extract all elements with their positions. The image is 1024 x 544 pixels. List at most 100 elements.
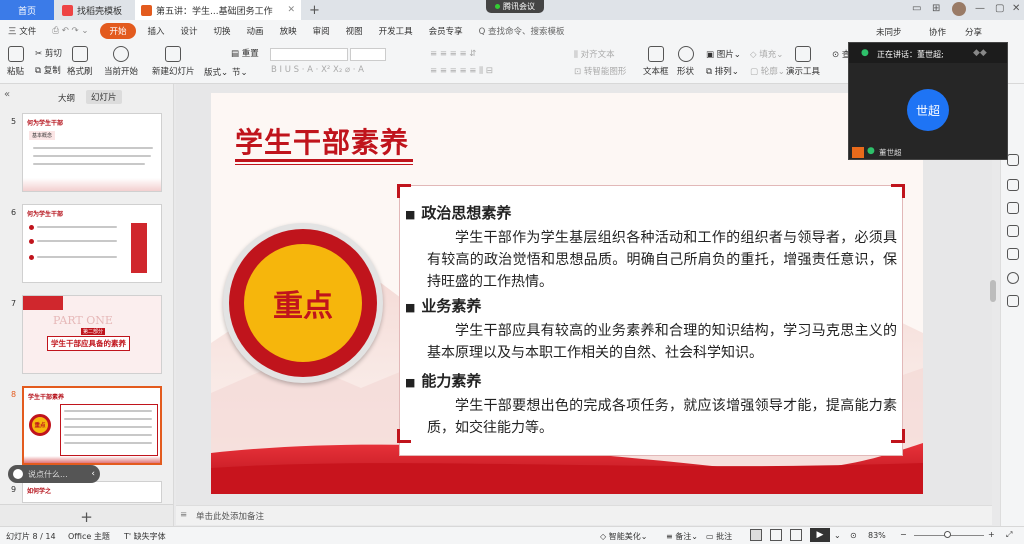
meeting-overlay[interactable]: ● 正在讲话：董世超; ◆◆ 世超 ● 董世超 (848, 42, 1008, 160)
slide-title[interactable]: 学生干部素养 (235, 121, 409, 161)
menu-insert[interactable]: 插入 (140, 25, 173, 37)
slide-thumbnail-5[interactable]: 何为学生干部 基本概念 (22, 113, 162, 192)
menu-developer[interactable]: 开发工具 (371, 25, 421, 37)
add-slide-button[interactable]: + (80, 508, 93, 526)
menu-review[interactable]: 审阅 (305, 25, 338, 37)
textbox-button[interactable]: 文本框 (643, 46, 669, 77)
new-tab-button[interactable]: + (303, 0, 326, 20)
meeting-pill[interactable]: 腾讯会议 (486, 0, 544, 13)
font-size-select[interactable] (350, 48, 386, 61)
avatar[interactable] (952, 2, 966, 16)
tab-outline[interactable]: 大纲 (58, 92, 75, 104)
font-name-select[interactable] (270, 48, 348, 61)
font-style-buttons[interactable]: B I U S · A · X² X₂ ⌀ · A (271, 65, 364, 75)
section-button[interactable]: 节⌄ (232, 66, 248, 78)
reading-view-icon[interactable] (790, 529, 802, 541)
close-icon[interactable]: ✕ (287, 5, 295, 15)
copy-button[interactable]: ⧉ 复制 (35, 64, 61, 76)
add-slide-bar[interactable]: + (0, 504, 173, 528)
reset-button[interactable]: ▤ 重置 (231, 47, 259, 59)
outline-button[interactable]: ▢ 轮廓⌄ (750, 65, 785, 77)
tab-home[interactable]: 首页 (0, 0, 54, 20)
play-slideshow-button[interactable]: ▶ (810, 528, 830, 542)
menu-view[interactable]: 视图 (338, 25, 371, 37)
menu-design[interactable]: 设计 (173, 25, 206, 37)
slide-thumbnail-8[interactable]: 学生干部素养 重点 (22, 386, 162, 465)
section-heading-political[interactable]: ■ 政治思想素养 (405, 203, 897, 225)
section-heading-ability[interactable]: ■ 能力素养 (405, 371, 897, 393)
zoom-level[interactable]: 83% (868, 531, 886, 540)
sync-status[interactable]: 未同步 (876, 26, 902, 38)
collab-button[interactable]: 协作 (929, 26, 946, 38)
slide-thumbnail-7[interactable]: PART ONE 第二部分 学生干部应具备的素养 (22, 295, 162, 374)
shape-button[interactable]: 形状 (677, 46, 694, 77)
star-icon[interactable] (1007, 179, 1019, 191)
to-smartart-button[interactable]: ⊡ 转智能图形 (574, 65, 626, 77)
play-options-icon[interactable]: ⌄ (834, 531, 841, 540)
location-icon[interactable] (1007, 272, 1019, 284)
theme-name[interactable]: Office 主题 (68, 531, 110, 542)
menu-animation[interactable]: 动画 (239, 25, 272, 37)
section-body-ability[interactable]: 学生干部要想出色的完成各项任务，就应该增强领导才能，提高能力素质，如交往能力等。 (405, 395, 897, 439)
notes-toggle[interactable]: ≡ 备注⌄ (666, 531, 698, 542)
picture-button[interactable]: ▣ 图片⌄ (706, 48, 741, 60)
menu-file[interactable]: 三 文件 (0, 25, 44, 37)
notes-bar[interactable]: ≡ 单击此处添加备注 (176, 505, 992, 525)
arrange-button[interactable]: ⧉ 排列⌄ (706, 65, 739, 77)
tab-slides[interactable]: 幻灯片 (86, 90, 122, 104)
zoom-out-icon[interactable]: − (900, 530, 907, 539)
command-search[interactable]: Q 查找命令、搜索模板 (471, 25, 573, 37)
normal-view-icon[interactable] (750, 529, 762, 541)
slide-thumbnail-6[interactable]: 何为学生干部 (22, 204, 162, 283)
link-icon[interactable] (1007, 248, 1019, 260)
section-heading-business[interactable]: ■ 业务素养 (405, 296, 897, 318)
section-body-business[interactable]: 学生干部应具有较高的业务素养和合理的知识结构，学习马克思主义的基本原理以及与本职… (405, 320, 897, 364)
align-text-button[interactable]: ⫼ 对齐文本 (574, 48, 615, 60)
comment-bubble[interactable]: 说点什么... ‹ (8, 465, 100, 483)
book-icon[interactable] (1007, 295, 1019, 307)
menu-member[interactable]: 会员专享 (421, 25, 471, 37)
present-tools-button[interactable]: 演示工具 (786, 46, 820, 77)
fit-window-icon[interactable]: ⤢ (1006, 530, 1012, 540)
canvas-scrollbar[interactable] (990, 280, 996, 302)
comments-toggle[interactable]: ▭ 批注 (706, 531, 732, 542)
sorter-view-icon[interactable] (770, 529, 782, 541)
paragraph-buttons[interactable]: ≡ ≡ ≡ ≡ ⇵ (430, 49, 476, 59)
share-button[interactable]: 分享 (965, 26, 982, 38)
badge-yellow[interactable]: 重点 (244, 244, 362, 362)
notes-placeholder[interactable]: 单击此处添加备注 (196, 510, 264, 522)
new-slide-button[interactable]: 新建幻灯片 (152, 46, 195, 77)
collapse-panel-icon[interactable]: « (4, 89, 10, 100)
zoom-in-icon[interactable]: + (988, 530, 995, 539)
missing-font-button[interactable]: T' 缺失字体 (124, 531, 166, 542)
more-options-icon[interactable]: ◆◆ (973, 48, 987, 58)
align-buttons[interactable]: ≡ ≡ ≡ ≡ ≡ ⫼ ⊟ (430, 66, 493, 76)
zoom-slider-handle[interactable] (944, 531, 951, 538)
menu-start[interactable]: 开始 (100, 23, 136, 39)
maximize-icon[interactable]: ▢ (995, 3, 1004, 14)
minimize-icon[interactable]: — (975, 3, 985, 14)
chevron-left-icon[interactable]: ‹ (91, 469, 95, 479)
tab-template[interactable]: 找稻壳模板 (56, 0, 133, 20)
restore-icon[interactable]: ▭ (912, 3, 921, 14)
slide[interactable]: 学生干部素养 重点 ■ 政治思想素养 学生干部作为学生基层组织各种活动和工作的组织… (211, 93, 923, 494)
slide-thumbnail-9[interactable]: 如何学之 (22, 481, 162, 503)
close-window-icon[interactable]: ✕ (1012, 3, 1020, 14)
format-painter-button[interactable]: 格式刷 (67, 46, 93, 77)
settings-icon[interactable] (1007, 154, 1019, 166)
quick-access-icons[interactable]: ⎙ ↶ ↷ ⌄ (44, 26, 96, 36)
smart-beautify-button[interactable]: ◇ 智能美化⌄ (600, 531, 647, 542)
grid-icon[interactable]: ⊞ (932, 3, 940, 14)
layout-button[interactable]: 版式⌄ (204, 66, 228, 78)
fill-button[interactable]: ◇ 填充⌄ (750, 48, 783, 60)
library-icon[interactable] (1007, 225, 1019, 237)
menu-transition[interactable]: 切换 (206, 25, 239, 37)
edit-icon[interactable] (1007, 202, 1019, 214)
paste-button[interactable]: 粘贴 (7, 46, 24, 77)
tab-document[interactable]: 第五讲：学生...基础团务工作 ✕ (135, 0, 301, 20)
section-body-political[interactable]: 学生干部作为学生基层组织各种活动和工作的组织者与领导者，必须具有较高的政治觉悟和… (405, 227, 897, 293)
menu-slideshow[interactable]: 放映 (272, 25, 305, 37)
zoom-menu-icon[interactable]: ⊙ (850, 531, 857, 540)
cut-button[interactable]: ✂ 剪切 (35, 47, 62, 59)
play-current-button[interactable]: 当前开始 (104, 46, 138, 77)
